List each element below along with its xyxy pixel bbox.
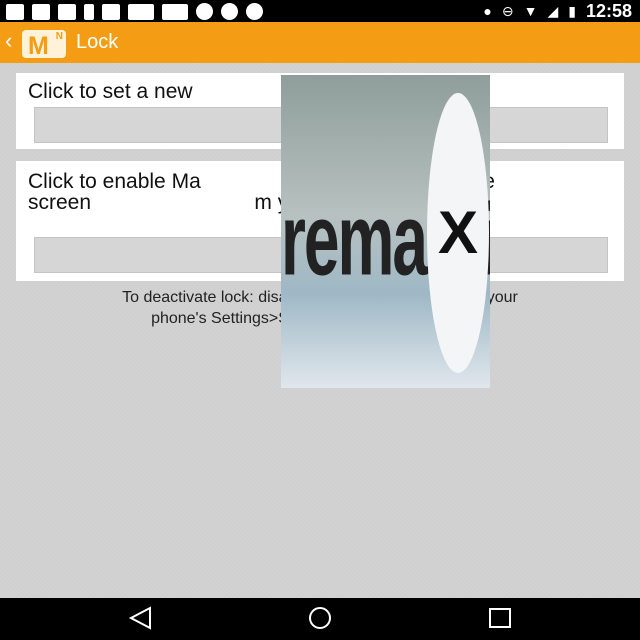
image-icon bbox=[128, 3, 154, 20]
notification-icons bbox=[6, 3, 263, 20]
location-icon: ● bbox=[483, 3, 492, 19]
dollar-icon bbox=[246, 3, 263, 20]
facebook-icon bbox=[102, 3, 120, 20]
wifi-icon: ▼ bbox=[523, 3, 538, 19]
logo-letter: M bbox=[28, 32, 49, 60]
status-bar: ● ⊖ ▼ ◢ ▮ 12:58 bbox=[0, 0, 640, 22]
recents-icon[interactable] bbox=[488, 606, 512, 630]
dollar-icon bbox=[221, 3, 238, 20]
back-icon[interactable] bbox=[128, 606, 154, 630]
app-bar: ‹ M N Lock bbox=[0, 22, 640, 63]
battery-icon: ▮ bbox=[568, 2, 576, 19]
message-icon bbox=[6, 3, 24, 20]
facebook-icon bbox=[58, 3, 76, 20]
ad-overlay[interactable]: remaining X bbox=[281, 75, 490, 388]
system-icons: ● ⊖ ▼ ◢ ▮ 12:58 bbox=[483, 2, 632, 20]
ad-close-button[interactable]: X bbox=[427, 93, 489, 373]
close-icon: X bbox=[437, 199, 479, 266]
facebook-icon bbox=[32, 3, 50, 20]
home-icon[interactable] bbox=[306, 606, 334, 630]
signal-icon: ◢ bbox=[547, 2, 559, 19]
app-logo[interactable]: M N bbox=[22, 30, 66, 60]
dollar-icon bbox=[196, 3, 213, 20]
page-title: Lock bbox=[76, 31, 119, 53]
back-arrow-icon[interactable]: ‹ bbox=[5, 30, 12, 52]
navigation-bar bbox=[0, 598, 640, 640]
key-icon bbox=[84, 3, 94, 20]
do-not-disturb-icon: ⊖ bbox=[501, 2, 514, 19]
logo-superscript: N bbox=[55, 31, 63, 42]
clock: 12:58 bbox=[585, 1, 632, 21]
image-icon bbox=[162, 3, 188, 20]
